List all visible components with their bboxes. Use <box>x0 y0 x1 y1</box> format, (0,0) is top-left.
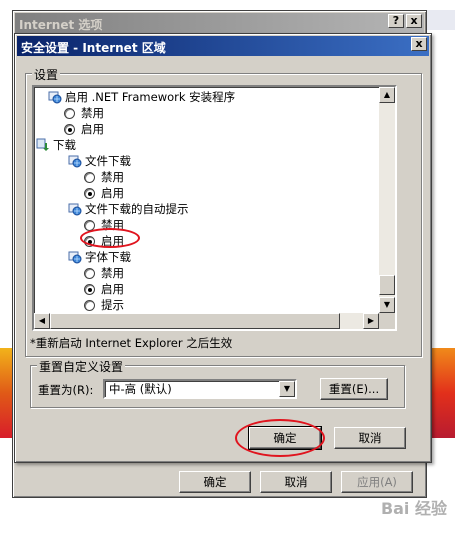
tree-row-label: 字体下载 <box>85 250 131 264</box>
internet-options-title: Internet 选项 <box>19 18 103 32</box>
tree-row-label: 文件下载 <box>85 154 131 168</box>
tree-row-label: 禁用 <box>81 106 104 120</box>
settings-tree-list[interactable]: 启用 .NET Framework 安装程序 禁用 启用 下载 文件下载 禁用 启用 文件下载… <box>32 85 397 331</box>
radio-checked-icon[interactable] <box>64 124 75 135</box>
tree-row-label: 下载 <box>53 138 76 152</box>
outer-ok-button[interactable]: 确定 <box>179 471 251 493</box>
vertical-scrollbar[interactable]: ▲ ▼ <box>379 87 395 313</box>
tree-row-label: 禁用 <box>101 218 124 232</box>
bg-page-strip-left <box>0 348 12 438</box>
tree-row-label: 启用 <box>101 186 124 200</box>
reset-level-select[interactable]: 中-高 (默认) ▼ <box>103 379 297 399</box>
gear-globe-icon <box>68 203 82 216</box>
tree-row-label: 启用 <box>101 282 124 296</box>
dialog-cancel-button[interactable]: 取消 <box>334 427 406 449</box>
security-settings-titlebar: 安全设置 - Internet 区域 <box>17 36 429 56</box>
arrow-down-icon[interactable]: ▼ <box>379 297 395 313</box>
watermark: Bai 经验 <box>380 499 447 518</box>
tree-row-label: 启用 <box>81 122 104 136</box>
gear-globe-icon <box>68 155 82 168</box>
screen: Internet 选项 ? x 确定 取消 应用(A) 安全设置 - Inter… <box>0 0 455 533</box>
radio-unchecked-icon[interactable] <box>84 268 95 279</box>
internet-options-titlebar: Internet 选项 <box>15 13 424 33</box>
tree-row-label: 文件下载的自动提示 <box>85 202 189 216</box>
radio-unchecked-icon[interactable] <box>64 108 75 119</box>
tree-row-label: 禁用 <box>101 170 124 184</box>
dialog-ok-button[interactable]: 确定 <box>248 426 322 450</box>
security-settings-title: 安全设置 - Internet 区域 <box>21 41 166 55</box>
radio-unchecked-icon[interactable] <box>84 300 95 311</box>
arrow-up-icon[interactable]: ▲ <box>379 87 395 103</box>
radio-checked-icon[interactable] <box>84 284 95 295</box>
tree-row-label: 启用 .NET Framework 安装程序 <box>65 90 236 104</box>
radio-unchecked-icon[interactable] <box>84 220 95 231</box>
dialog-close-button[interactable]: x <box>411 37 427 51</box>
reset-button[interactable]: 重置(E)... <box>320 378 388 400</box>
gear-globe-icon <box>48 91 62 104</box>
tree-row-label: 启用 <box>101 234 124 248</box>
horizontal-scrollbar[interactable]: ◀ ▶ <box>34 313 379 329</box>
radio-checked-icon[interactable] <box>84 236 95 247</box>
radio-unchecked-icon[interactable] <box>84 172 95 183</box>
reset-group-label: 重置自定义设置 <box>37 358 126 375</box>
restart-note: *重新启动 Internet Explorer 之后生效 <box>30 336 233 350</box>
vertical-scroll-thumb[interactable] <box>379 275 395 295</box>
radio-checked-icon[interactable] <box>84 188 95 199</box>
arrow-right-icon[interactable]: ▶ <box>363 313 379 329</box>
bg-page-strip-right-top <box>427 10 455 30</box>
help-button[interactable]: ? <box>388 14 404 28</box>
outer-close-button[interactable]: x <box>406 14 422 28</box>
gear-globe-icon <box>68 251 82 264</box>
horizontal-scroll-thumb[interactable] <box>50 313 340 329</box>
tree-row-label: 提示 <box>101 298 124 312</box>
settings-group-label: 设置 <box>32 66 61 83</box>
tree-row-label: 禁用 <box>101 266 124 280</box>
outer-apply-button[interactable]: 应用(A) <box>341 471 413 493</box>
reset-to-label: 重置为(R): <box>38 383 94 397</box>
outer-cancel-button[interactable]: 取消 <box>260 471 332 493</box>
scrollbar-corner <box>379 313 395 329</box>
reset-level-value: 中-高 (默认) <box>109 382 172 396</box>
arrow-left-icon[interactable]: ◀ <box>34 313 50 329</box>
download-arrow-icon <box>36 138 49 151</box>
chevron-down-icon[interactable]: ▼ <box>279 381 295 397</box>
